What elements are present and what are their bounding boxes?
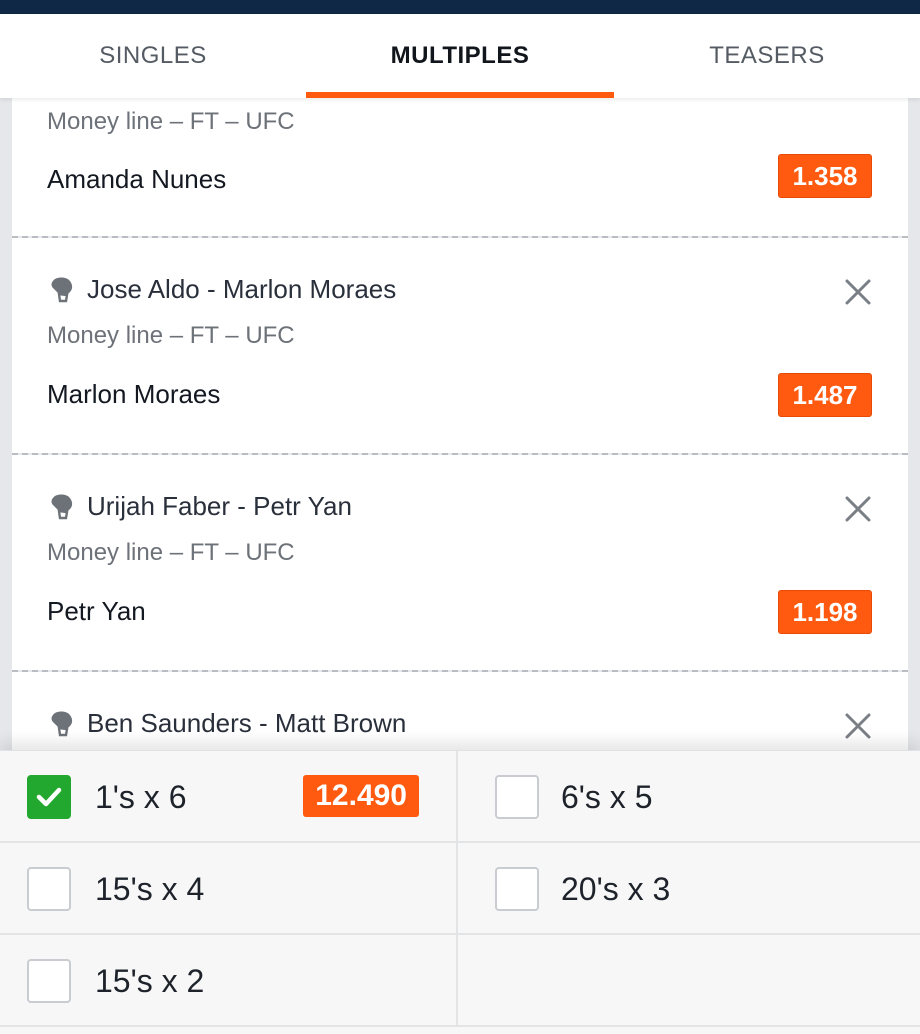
tab-singles[interactable]: SINGLES [0,14,306,98]
multiple-option-20s[interactable]: 20's x 3 [460,843,920,935]
event-header: Urijah Faber - Petr Yan [47,491,352,522]
market-label: Money line – FT – UFC [47,108,295,135]
close-icon[interactable] [842,276,874,308]
multiple-label: 15's x 2 [95,962,205,999]
multiples-row: 15's x 4 20's x 3 [0,843,920,935]
selection-name: Amanda Nunes [47,164,227,194]
close-icon[interactable] [842,493,874,525]
multiple-checkbox[interactable] [27,959,71,1003]
multiple-label: 20's x 3 [561,870,671,907]
odds-button[interactable]: 1.487 [778,373,872,417]
multiple-option-1s[interactable]: 1's x 6 12.490 [0,751,458,843]
selection-name: Petr Yan [47,596,146,626]
close-icon[interactable] [842,710,874,742]
multiples-panel: 1's x 6 12.490 6's x 5 15's x 4 20's x 3… [0,750,920,1034]
event-title: Ben Saunders - Matt Brown [87,708,407,738]
multiple-checkbox[interactable] [27,775,71,819]
app-top-bar [0,0,920,14]
selection-card: Money line – FT – UFC Amanda Nunes 1.358 [12,98,908,238]
market-label: Money line – FT – UFC [47,322,295,349]
multiple-label: 1's x 6 [95,778,187,815]
multiples-row: 1's x 6 12.490 6's x 5 [0,751,920,843]
boxing-glove-icon [51,276,73,302]
checkmark-icon [36,787,62,807]
event-header: Jose Aldo - Marlon Moraes [47,274,396,305]
multiple-option-15s-x2[interactable]: 15's x 2 [0,935,458,1027]
tab-teasers[interactable]: TEASERS [614,14,920,98]
selection-card: Jose Aldo - Marlon Moraes Money line – F… [12,238,908,455]
multiple-option-6s[interactable]: 6's x 5 [460,751,920,843]
boxing-glove-icon [51,710,73,736]
multiple-odds-badge: 12.490 [303,775,419,817]
multiple-empty-cell [460,935,920,1027]
market-label: Money line – FT – UFC [47,539,295,566]
selection-card: Ben Saunders - Matt Brown [12,672,908,750]
boxing-glove-icon [51,493,73,519]
selection-name: Marlon Moraes [47,379,221,409]
odds-button[interactable]: 1.198 [778,590,872,634]
multiple-checkbox[interactable] [495,775,539,819]
multiple-option-15s[interactable]: 15's x 4 [0,843,458,935]
bet-type-tabs: SINGLES MULTIPLES TEASERS [0,14,920,98]
odds-button[interactable]: 1.358 [778,154,872,198]
multiple-label: 15's x 4 [95,870,205,907]
event-header: Ben Saunders - Matt Brown [47,708,406,739]
selection-card: Urijah Faber - Petr Yan Money line – FT … [12,455,908,672]
bet-slip-selections[interactable]: Money line – FT – UFC Amanda Nunes 1.358… [0,98,920,750]
event-title: Jose Aldo - Marlon Moraes [87,274,397,304]
multiple-label: 6's x 5 [561,778,653,815]
multiple-checkbox[interactable] [495,867,539,911]
multiples-row: 15's x 2 [0,935,920,1027]
tab-multiples[interactable]: MULTIPLES [306,14,614,98]
multiple-checkbox[interactable] [27,867,71,911]
event-title: Urijah Faber - Petr Yan [87,491,352,521]
